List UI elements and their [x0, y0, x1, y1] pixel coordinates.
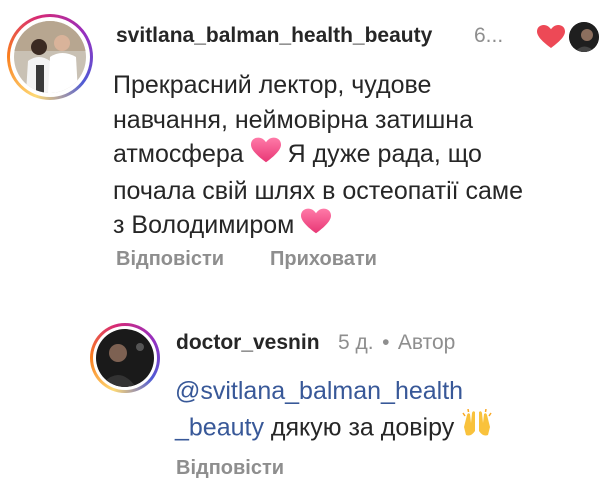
author-badge: Автор — [397, 331, 456, 354]
comment-time: 6... — [474, 24, 504, 47]
reply-reply-button[interactable]: Відповісти — [176, 457, 284, 480]
author-liked-avatar — [569, 22, 599, 52]
comment-line-5a: з Володимиром — [113, 211, 295, 240]
reply-username[interactable]: doctor_vesnin — [176, 331, 320, 354]
comment-text: Прекрасний лектор, чудове навчання, нейм… — [113, 68, 593, 245]
heart-emoji-icon — [301, 208, 332, 245]
mention-link-continued[interactable]: _beauty — [175, 413, 264, 441]
hide-button[interactable]: Приховати — [270, 248, 377, 271]
reply-time: 5 д. — [338, 331, 374, 354]
avatar-photo — [14, 21, 86, 93]
mention-link[interactable]: @svitlana_balman_health — [175, 377, 463, 405]
comment-line-3: атмосфера Я дуже рада, що — [113, 137, 593, 174]
comment-line-4: почала свій шлях в остеопатії саме — [113, 176, 524, 205]
raising-hands-icon — [461, 408, 493, 449]
reply-text: @svitlana_balman_health _beauty дякую за… — [175, 374, 595, 448]
commenter-username[interactable]: svitlana_balman_health_beauty — [116, 24, 432, 48]
commenter-avatar[interactable] — [7, 14, 93, 100]
comment-line-1: Прекрасний лектор, чудове — [113, 71, 432, 99]
reply-author-avatar[interactable] — [90, 323, 160, 393]
reply-message: дякую за довіру — [270, 412, 455, 441]
reply-separator: • — [382, 331, 390, 354]
reply-header: doctor_vesnin 5 д. • Автор — [176, 331, 455, 355]
reply-avatar-photo — [96, 329, 154, 387]
comment-line-5: з Володимиром — [113, 208, 593, 245]
comment-line-3a: атмосфера — [113, 140, 244, 168]
heart-emoji-icon — [250, 137, 281, 174]
reply-button[interactable]: Відповісти — [116, 248, 224, 271]
heart-icon[interactable] — [537, 25, 565, 54]
comment-line-2: навчання, неймовірна затишна — [113, 105, 473, 134]
comment-line-3b: Я дуже рада, що — [287, 140, 482, 168]
